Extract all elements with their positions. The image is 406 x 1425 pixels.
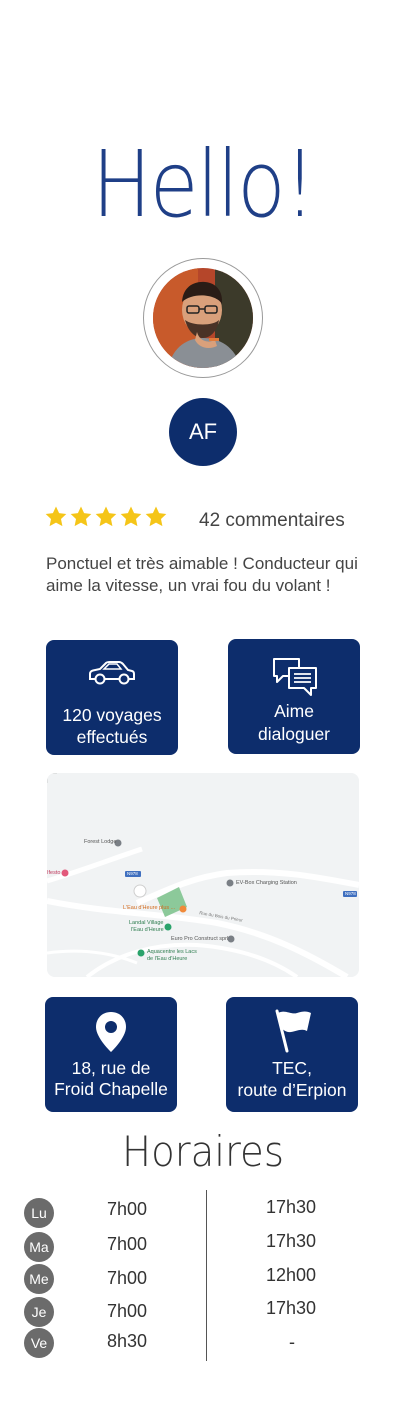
map-label-euro-pro: Euro Pro Construct sprl	[171, 936, 229, 942]
pickup-line1: 18, rue de	[71, 1058, 151, 1078]
avatar[interactable]	[153, 268, 253, 368]
location-pin-icon	[96, 1012, 126, 1052]
morning-time: 8h30	[107, 1331, 148, 1351]
pickup-line2: Froid Chapelle	[54, 1079, 168, 1099]
review-text: Ponctuel et très aimable ! Conducteur qu…	[46, 554, 358, 595]
map[interactable]: Forest Lodge EV-Box Charging Station L'E…	[47, 773, 359, 977]
day-badge: Lu	[24, 1198, 54, 1228]
car-icon	[89, 661, 135, 685]
day-badge: Ma	[24, 1232, 54, 1262]
morning-time: 7h00	[107, 1199, 148, 1219]
map-label-road-tag1: N978	[127, 871, 138, 876]
map-label-landal: Landal Village	[129, 920, 164, 926]
star-icon	[120, 506, 142, 527]
day-badge: Me	[24, 1264, 54, 1294]
morning-time: 7h00	[107, 1301, 148, 1321]
map-label-landal2: l'Eau d'Heure	[131, 927, 164, 933]
star-icon	[145, 506, 167, 527]
dropoff-line2: route d’Erpion	[237, 1080, 347, 1100]
evening-time: 17h30	[266, 1197, 317, 1217]
schedule-title: Horaires	[122, 1127, 284, 1176]
comments-count[interactable]: 42 commentaires	[199, 510, 345, 532]
evening-time: 17h30	[266, 1231, 317, 1251]
greeting-title: Hello!	[92, 131, 316, 238]
day-badge: Ve	[24, 1328, 54, 1358]
map-label-aquacentre: Aquacentre les Lacs	[147, 949, 197, 955]
evening-time: 17h30	[266, 1298, 317, 1318]
dropoff-card: TEC, route d’Erpion	[226, 997, 358, 1112]
initials-badge: AF	[169, 398, 237, 466]
schedule-divider	[206, 1190, 207, 1361]
trips-line2: effectués	[76, 727, 148, 747]
pickup-card: 18, rue de Froid Chapelle	[45, 997, 177, 1112]
dropoff-line1: TEC,	[272, 1058, 312, 1078]
star-icon	[95, 506, 117, 527]
chat-card: Aime dialoguer	[228, 639, 360, 754]
star-icon	[45, 506, 67, 527]
map-label-evbox: EV-Box Charging Station	[236, 880, 297, 886]
flag-icon	[275, 1009, 311, 1053]
rating-stars	[44, 505, 168, 533]
day-badge: Je	[24, 1297, 54, 1327]
trips-card: 120 voyages effectués	[46, 640, 178, 755]
map-label-aquacentre2: de l'Eau d'Heure	[147, 956, 188, 962]
evening-time: 12h00	[266, 1265, 317, 1285]
map-label-forest-lodge: Forest Lodge	[84, 839, 117, 845]
morning-time: 7h00	[107, 1234, 148, 1254]
evening-time: -	[289, 1332, 295, 1352]
map-label-eau-heure: L'Eau d'Heure plus ...	[123, 905, 176, 911]
star-icon	[70, 506, 92, 527]
trips-line1: 120 voyages	[62, 705, 162, 725]
map-label-fastfood: Ifesto	[47, 870, 61, 876]
map-label-road-tag2: N978	[345, 891, 356, 896]
chat-bubbles-icon	[273, 658, 317, 696]
chat-line1: Aime	[274, 701, 314, 721]
morning-time: 7h00	[107, 1268, 148, 1288]
chat-line2: dialoguer	[258, 724, 330, 744]
